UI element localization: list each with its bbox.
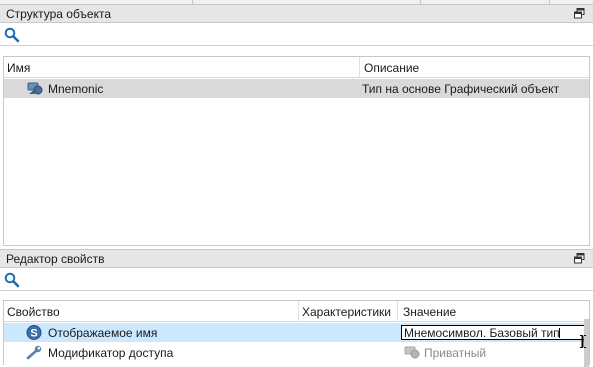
s-badge-icon: S [26,325,42,340]
property-row[interactable]: Модификатор доступа Приватный [4,343,589,362]
properties-panel-title: Редактор свойств [6,252,105,266]
tree-row-description: Тип на основе Графический объект [362,82,560,96]
property-grid: Свойство Характеристики Значение S Отобр… [3,300,590,367]
property-grid-header: Свойство Характеристики Значение [4,301,589,322]
graphic-object-icon [27,82,43,95]
restore-icon[interactable] [574,8,585,19]
property-value: Приватный [424,346,487,360]
structure-panel-header: Структура объекта [0,4,593,23]
svg-text:S: S [30,328,37,340]
restore-icon[interactable] [574,253,585,264]
property-name: Отображаемое имя [48,326,158,340]
properties-search-input[interactable] [24,271,588,289]
ibeam-cursor-icon [580,335,586,348]
structure-tree: Имя Описание Mnemonic Тип на основе Граф… [3,56,590,246]
properties-panel-header: Редактор свойств [0,249,593,268]
column-header-description[interactable]: Описание [364,61,419,75]
tree-row-name: Mnemonic [48,82,104,96]
tree-row[interactable]: Mnemonic Тип на основе Графический объек… [4,79,589,98]
column-header-characteristics[interactable]: Характеристики [302,305,391,319]
column-header-name[interactable]: Имя [7,61,30,75]
search-icon[interactable] [4,27,20,43]
property-row[interactable]: S Отображаемое имя Мнемосимвол. Базовый … [4,323,589,342]
wrench-icon [26,345,42,360]
structure-tree-header: Имя Описание [4,57,589,78]
column-header-value[interactable]: Значение [403,305,456,319]
text-caret [559,328,560,338]
private-graphic-icon [404,346,420,359]
property-value-text: Мнемосимвол. Базовый тип [404,326,560,340]
structure-search-bar [0,24,593,46]
structure-panel-title: Структура объекта [6,7,112,21]
search-icon[interactable] [4,272,20,288]
property-name: Модификатор доступа [48,346,174,360]
properties-search-bar [0,269,593,291]
structure-search-input[interactable] [24,26,588,44]
column-header-property[interactable]: Свойство [7,305,60,319]
property-value-editor[interactable]: Мнемосимвол. Базовый тип [401,325,587,340]
